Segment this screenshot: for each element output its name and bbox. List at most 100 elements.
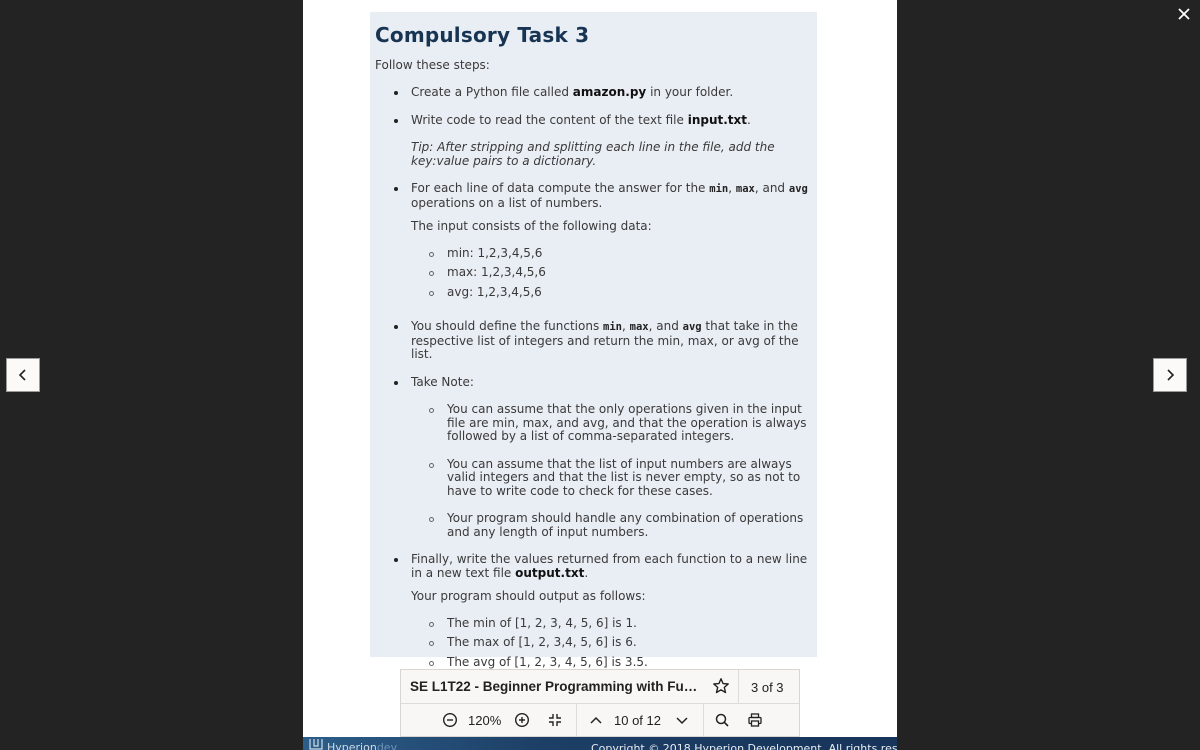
output-line-text: The avg of [1, 2, 3, 4, 5, 6] is 3.5. <box>447 654 648 669</box>
close-icon <box>1178 8 1190 20</box>
circle-bullet-icon <box>429 621 434 627</box>
step-text: You should define the functions <box>411 319 604 333</box>
zoom-in-icon[interactable] <box>514 712 530 728</box>
circle-bullet-icon <box>429 290 434 296</box>
footer-brand: Hyperiondev <box>327 741 397 750</box>
task-box: Compulsory Task 3 Follow these steps: Cr… <box>370 12 817 668</box>
divider <box>703 704 704 738</box>
zoom-level: 120% <box>468 713 502 728</box>
input-line-text: max: 1,2,3,4,5,6 <box>447 265 546 279</box>
filename: input.txt <box>687 112 747 127</box>
step-item: Take Note: <box>375 374 817 390</box>
output-line-text: The min of [1, 2, 3, 4, 5, 6] is 1. <box>447 615 637 630</box>
note-text: You can assume that the only operations … <box>447 402 807 443</box>
step-text: Finally, write the values returned from … <box>411 552 808 580</box>
note-text: Your program should handle any combinati… <box>447 511 804 539</box>
note-item: Your program should handle any combinati… <box>375 511 817 539</box>
chevron-up-icon[interactable] <box>588 712 604 728</box>
zoom-out-icon[interactable] <box>442 712 458 728</box>
step-item: Create a Python file called amazon.py in… <box>375 85 817 100</box>
step-text: . <box>747 112 751 127</box>
fit-page-icon[interactable] <box>547 712 563 728</box>
toolbar-controls-row: 120% 10 of 12 <box>401 704 799 738</box>
brand-sub: dev <box>376 741 398 750</box>
output-line: The max of [1, 2, 3,4, 5, 6] is 6. <box>375 635 817 650</box>
bullet-icon <box>394 558 398 562</box>
step-item: Finally, write the values returned from … <box>375 552 817 580</box>
output-line: The avg of [1, 2, 3, 4, 5, 6] is 3.5. <box>375 654 817 670</box>
bullet-icon <box>394 380 398 385</box>
output-line: The min of [1, 2, 3, 4, 5, 6] is 1. <box>375 615 817 631</box>
search-icon[interactable] <box>714 712 730 728</box>
filename: amazon.py <box>572 85 647 99</box>
code-min: min <box>603 321 622 333</box>
bullet-icon <box>394 118 398 123</box>
separator: , <box>728 181 736 195</box>
step-text: For each line of data compute the answer… <box>411 181 710 195</box>
separator: , <box>622 319 630 333</box>
toolbar-title-row: SE L1T22 - Beginner Programming with Fun… <box>401 670 799 704</box>
previous-page-button[interactable] <box>6 358 40 392</box>
code-max: max <box>735 183 755 195</box>
output-intro: Your program should output as follows: <box>411 589 646 603</box>
circle-bullet-icon <box>429 251 434 257</box>
chevron-left-icon <box>18 369 26 381</box>
input-line-text: min: 1,2,3,4,5,6 <box>447 245 543 260</box>
input-intro: The input consists of the following data… <box>411 219 652 233</box>
separator: , and <box>648 319 683 333</box>
divider <box>738 670 739 704</box>
separator: , and <box>754 181 789 195</box>
document-viewer: Compulsory Task 3 Follow these steps: Cr… <box>0 0 1200 750</box>
note-item: You can assume that the only operations … <box>375 402 817 444</box>
step-item: For each line of data compute the answer… <box>375 181 817 210</box>
next-page-button[interactable] <box>1153 358 1187 392</box>
circle-bullet-icon <box>429 517 434 522</box>
document-title: SE L1T22 - Beginner Programming with Fun… <box>410 679 705 694</box>
document-page: Compulsory Task 3 Follow these steps: Cr… <box>303 0 897 750</box>
copyright-text: Copyright © 2018 Hyperion Development. A… <box>591 742 897 750</box>
step-text: operations on a list of numbers. <box>411 195 603 210</box>
circle-bullet-icon <box>429 641 434 646</box>
bullet-icon <box>394 91 398 95</box>
close-button[interactable] <box>1172 2 1196 26</box>
step-item: You should define the functions min, max… <box>375 319 817 362</box>
task-title: Compulsory Task 3 <box>375 23 590 47</box>
filename: output.txt <box>515 565 585 580</box>
star-icon[interactable] <box>712 677 730 695</box>
bullet-icon <box>394 325 398 329</box>
input-line: avg: 1,2,3,4,5,6 <box>375 284 817 300</box>
input-line: min: 1,2,3,4,5,6 <box>375 245 817 261</box>
step-item: Write code to read the content of the te… <box>375 112 817 128</box>
print-icon[interactable] <box>747 712 763 728</box>
chevron-right-icon <box>1167 369 1175 381</box>
document-count: 3 of 3 <box>751 680 784 695</box>
code-max: max <box>629 321 649 333</box>
note-item: You can assume that the list of input nu… <box>375 456 817 499</box>
code-avg: avg <box>682 321 702 333</box>
note-text: You can assume that the list of input nu… <box>447 456 801 498</box>
input-line: max: 1,2,3,4,5,6 <box>375 265 817 280</box>
circle-bullet-icon <box>429 462 434 468</box>
step-text: Create a Python file called <box>411 85 573 99</box>
hyperion-logo-icon <box>309 739 323 750</box>
step-text: Take Note: <box>411 374 474 389</box>
bullet-icon <box>394 187 398 191</box>
circle-bullet-icon <box>429 271 434 276</box>
output-line-text: The max of [1, 2, 3,4, 5, 6] is 6. <box>447 635 637 649</box>
circle-bullet-icon <box>429 408 434 413</box>
step-text: . <box>584 565 589 580</box>
code-avg: avg <box>788 183 808 195</box>
step-text: Write code to read the content of the te… <box>411 112 688 127</box>
chevron-down-icon[interactable] <box>674 712 690 728</box>
code-min: min <box>709 183 729 195</box>
circle-bullet-icon <box>429 660 434 666</box>
input-line-text: avg: 1,2,3,4,5,6 <box>447 284 542 299</box>
pdf-toolbar: SE L1T22 - Beginner Programming with Fun… <box>400 669 800 738</box>
divider <box>576 704 577 738</box>
step-text: in your folder. <box>646 85 734 99</box>
brand-main: Hyperion <box>327 741 377 750</box>
page-footer: Hyperiondev Copyright © 2018 Hyperion De… <box>303 737 897 750</box>
intro-text: Follow these steps: <box>375 58 490 72</box>
tip-text: Tip: After stripping and splitting each … <box>411 140 775 168</box>
page-indicator[interactable]: 10 of 12 <box>614 713 661 728</box>
